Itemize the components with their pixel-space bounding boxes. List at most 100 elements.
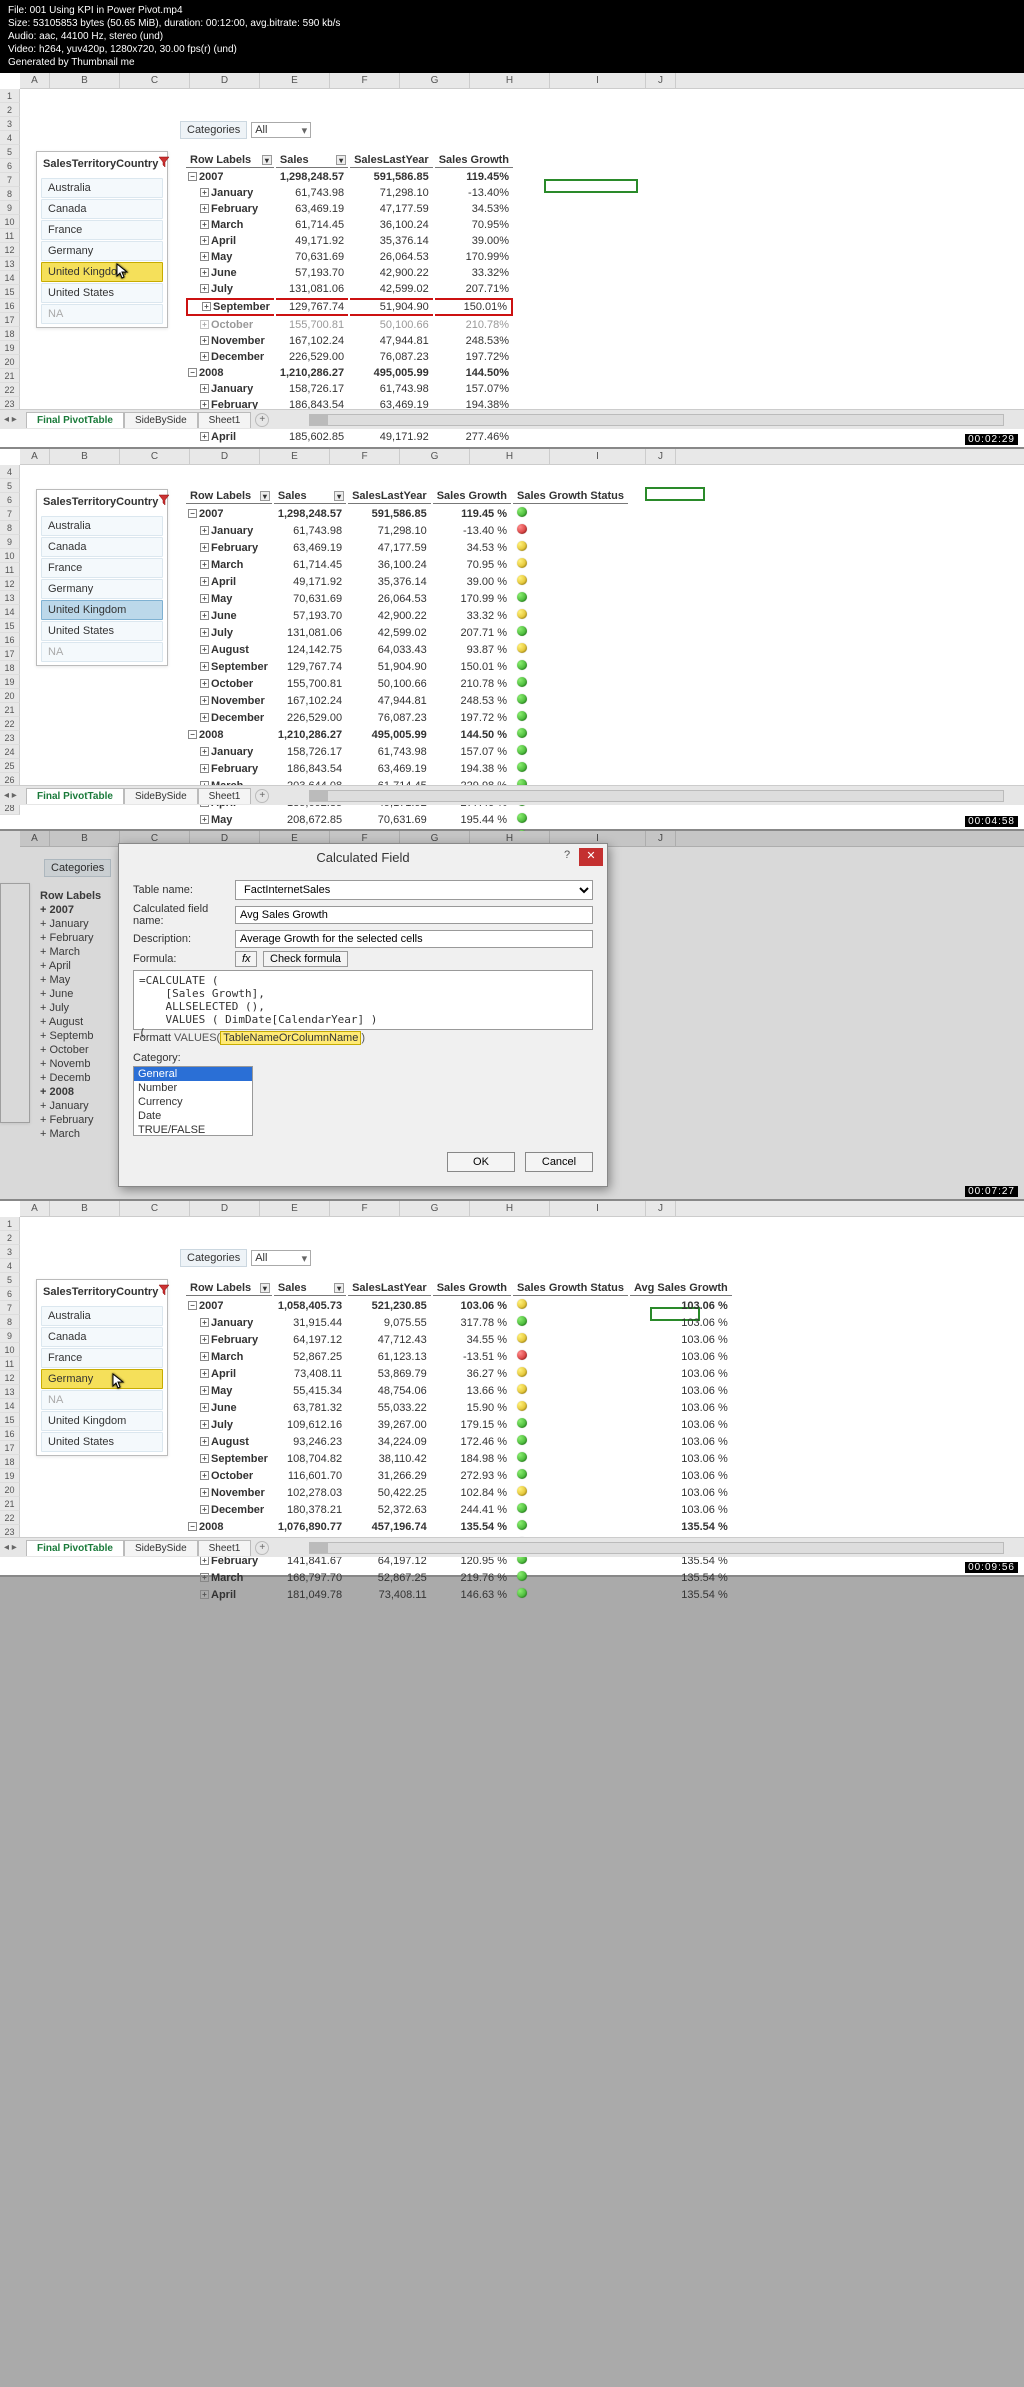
collapse-icon[interactable]: −	[188, 1522, 197, 1531]
slicer-item[interactable]: Australia	[41, 516, 163, 536]
slicer-item[interactable]: United States	[41, 283, 163, 303]
ok-button[interactable]: OK	[447, 1152, 515, 1172]
slicer-item[interactable]: Germany	[41, 241, 163, 261]
tab-sidebyside[interactable]: SideBySide	[124, 788, 198, 804]
category-combo[interactable]: Categories All	[180, 1249, 311, 1267]
expand-icon[interactable]: +	[200, 713, 209, 722]
expand-icon[interactable]: +	[200, 1488, 209, 1497]
expand-icon[interactable]: +	[200, 188, 209, 197]
expand-icon[interactable]: +	[200, 236, 209, 245]
slicer-item[interactable]: Australia	[41, 1306, 163, 1326]
dropdown-icon[interactable]: ▾	[336, 155, 346, 165]
expand-icon[interactable]: +	[200, 1386, 209, 1395]
tab-sidebyside[interactable]: SideBySide	[124, 412, 198, 428]
tab-final-pivot[interactable]: Final PivotTable	[26, 788, 124, 804]
horizontal-scrollbar[interactable]	[309, 790, 1004, 802]
expand-icon[interactable]: +	[200, 220, 209, 229]
horizontal-scrollbar[interactable]	[309, 1542, 1004, 1554]
selected-cell[interactable]	[645, 487, 705, 501]
close-icon[interactable]: ✕	[579, 848, 603, 866]
expand-icon[interactable]: +	[200, 1437, 209, 1446]
tab-final-pivot[interactable]: Final PivotTable	[26, 1540, 124, 1556]
slicer-country[interactable]: SalesTerritoryCountry AustraliaCanadaFra…	[36, 151, 168, 328]
collapse-icon[interactable]: −	[188, 509, 197, 518]
slicer-item[interactable]: Germany	[41, 1369, 163, 1389]
slicer-item[interactable]: United States	[41, 621, 163, 641]
slicer-item[interactable]: Canada	[41, 1327, 163, 1347]
expand-icon[interactable]: +	[200, 352, 209, 361]
description-input[interactable]	[235, 930, 593, 948]
help-icon[interactable]: ?	[559, 849, 575, 865]
expand-icon[interactable]: +	[200, 662, 209, 671]
add-sheet-button[interactable]: +	[255, 1541, 269, 1555]
tab-sheet1[interactable]: Sheet1	[198, 412, 252, 428]
tab-final-pivot[interactable]: Final PivotTable	[26, 412, 124, 428]
add-sheet-button[interactable]: +	[255, 789, 269, 803]
cancel-button[interactable]: Cancel	[525, 1152, 593, 1172]
clear-filter-icon[interactable]	[158, 494, 170, 509]
slicer-item[interactable]: United Kingdom	[41, 1411, 163, 1431]
slicer-item[interactable]: United Kingdom	[41, 600, 163, 620]
expand-icon[interactable]: +	[200, 204, 209, 213]
horizontal-scrollbar[interactable]	[309, 414, 1004, 426]
expand-icon[interactable]: +	[200, 1352, 209, 1361]
expand-icon[interactable]: +	[200, 336, 209, 345]
expand-icon[interactable]: +	[200, 645, 209, 654]
tab-sheet1[interactable]: Sheet1	[198, 1540, 252, 1556]
expand-icon[interactable]: +	[200, 268, 209, 277]
expand-icon[interactable]: +	[200, 1505, 209, 1514]
expand-icon[interactable]: +	[200, 696, 209, 705]
expand-icon[interactable]: +	[200, 1420, 209, 1429]
collapse-icon[interactable]: −	[188, 1301, 197, 1310]
expand-icon[interactable]: +	[200, 1335, 209, 1344]
expand-icon[interactable]: +	[200, 1590, 209, 1599]
slicer-item[interactable]: NA	[41, 1390, 163, 1410]
check-formula-button[interactable]: Check formula	[263, 951, 348, 967]
dropdown-icon[interactable]: ▾	[260, 491, 270, 501]
slicer-item[interactable]: France	[41, 1348, 163, 1368]
collapse-icon[interactable]: −	[188, 172, 197, 181]
tab-sheet1[interactable]: Sheet1	[198, 788, 252, 804]
collapse-icon[interactable]: −	[188, 368, 197, 377]
slicer-item[interactable]: United Kingdom	[41, 262, 163, 282]
expand-icon[interactable]: +	[200, 1454, 209, 1463]
dropdown-icon[interactable]: ▾	[262, 155, 272, 165]
slicer-item[interactable]: Canada	[41, 537, 163, 557]
tab-sidebyside[interactable]: SideBySide	[124, 1540, 198, 1556]
slicer-item[interactable]: France	[41, 220, 163, 240]
expand-icon[interactable]: +	[200, 747, 209, 756]
slicer-item[interactable]: Germany	[41, 579, 163, 599]
slicer-item[interactable]: United States	[41, 1432, 163, 1452]
category-combo[interactable]: Categories All	[180, 121, 311, 139]
slicer-item[interactable]: NA	[41, 642, 163, 662]
expand-icon[interactable]: +	[200, 1318, 209, 1327]
dropdown-icon[interactable]: ▾	[334, 491, 344, 501]
expand-icon[interactable]: +	[200, 252, 209, 261]
formula-textarea[interactable]: =CALCULATE ( [Sales Growth], ALLSELECTED…	[133, 970, 593, 1030]
clear-filter-icon[interactable]	[158, 1284, 170, 1299]
expand-icon[interactable]: +	[200, 543, 209, 552]
expand-icon[interactable]: +	[200, 384, 209, 393]
slicer-item[interactable]: Canada	[41, 199, 163, 219]
collapse-icon[interactable]: −	[188, 730, 197, 739]
expand-icon[interactable]: +	[200, 764, 209, 773]
expand-icon[interactable]: +	[200, 560, 209, 569]
dropdown-icon[interactable]: ▾	[260, 1283, 270, 1293]
fx-button[interactable]: fx	[235, 951, 257, 967]
expand-icon[interactable]: +	[200, 594, 209, 603]
slicer-item[interactable]: Australia	[41, 178, 163, 198]
expand-icon[interactable]: +	[200, 1471, 209, 1480]
expand-icon[interactable]: +	[200, 679, 209, 688]
slicer-country[interactable]: SalesTerritoryCountry AustraliaCanadaFra…	[36, 489, 168, 666]
expand-icon[interactable]: +	[200, 284, 209, 293]
expand-icon[interactable]: +	[200, 526, 209, 535]
category-listbox[interactable]: GeneralNumberCurrencyDateTRUE/FALSE	[133, 1066, 253, 1136]
expand-icon[interactable]: +	[200, 611, 209, 620]
slicer-item[interactable]: France	[41, 558, 163, 578]
table-name-select[interactable]: FactInternetSales	[235, 880, 593, 900]
expand-icon[interactable]: +	[200, 432, 209, 441]
clear-filter-icon[interactable]	[158, 156, 170, 171]
expand-icon[interactable]: +	[200, 628, 209, 637]
expand-icon[interactable]: +	[200, 577, 209, 586]
slicer-country[interactable]: SalesTerritoryCountry AustraliaCanadaFra…	[36, 1279, 168, 1456]
